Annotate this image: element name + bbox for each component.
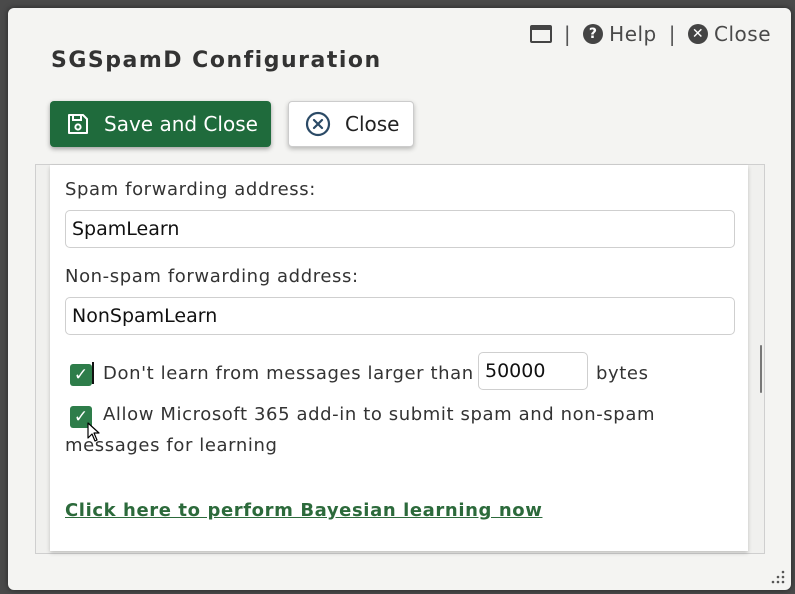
save-and-close-button[interactable]: Save and Close [50,101,271,147]
scrollbar-thumb[interactable] [760,345,762,393]
page-title: SGSpamD Configuration [51,48,382,73]
x-circle-outline-icon [305,111,331,137]
nonspam-address-input[interactable] [65,297,735,335]
text-cursor [92,362,94,384]
close-link[interactable]: ✕ Close [688,22,771,46]
configuration-dialog: | ? Help | ✕ Close SGSpamD Configuration… [8,8,791,590]
save-and-close-label: Save and Close [104,112,258,136]
size-limit-unit: bytes [596,363,649,384]
nonspam-address-label: Non-spam forwarding address: [65,266,359,287]
close-button-label: Close [345,112,400,136]
floppy-disk-icon [66,112,90,136]
spam-address-label: Spam forwarding address: [65,179,316,200]
help-label: Help [609,22,657,46]
checkmark-icon: ✓ [73,365,89,385]
separator: | [668,22,677,46]
settings-panel[interactable]: Spam forwarding address: Non-spam forwar… [50,165,748,551]
resize-grip-icon[interactable] [771,570,785,584]
m365-label-line1: Allow Microsoft 365 add-in to submit spa… [103,404,656,425]
x-circle-icon: ✕ [688,24,709,44]
help-link[interactable]: ? Help [583,22,657,46]
close-label: Close [714,22,771,46]
mouse-pointer-icon [87,422,100,442]
bayesian-learning-link[interactable]: Click here to perform Bayesian learning … [65,500,542,521]
size-limit-input[interactable] [478,352,588,390]
spam-address-input[interactable] [65,210,735,248]
top-links: | ? Help | ✕ Close [529,22,771,46]
window-icon[interactable] [529,25,552,43]
size-limit-checkbox[interactable]: ✓ [70,364,92,386]
size-limit-label: Don't learn from messages larger than [103,363,474,384]
checkmark-icon: ✓ [73,407,89,427]
separator: | [563,22,572,46]
question-circle-icon: ? [583,24,604,44]
close-button[interactable]: Close [288,101,414,147]
settings-panel-frame: Spam forwarding address: Non-spam forwar… [35,164,765,554]
